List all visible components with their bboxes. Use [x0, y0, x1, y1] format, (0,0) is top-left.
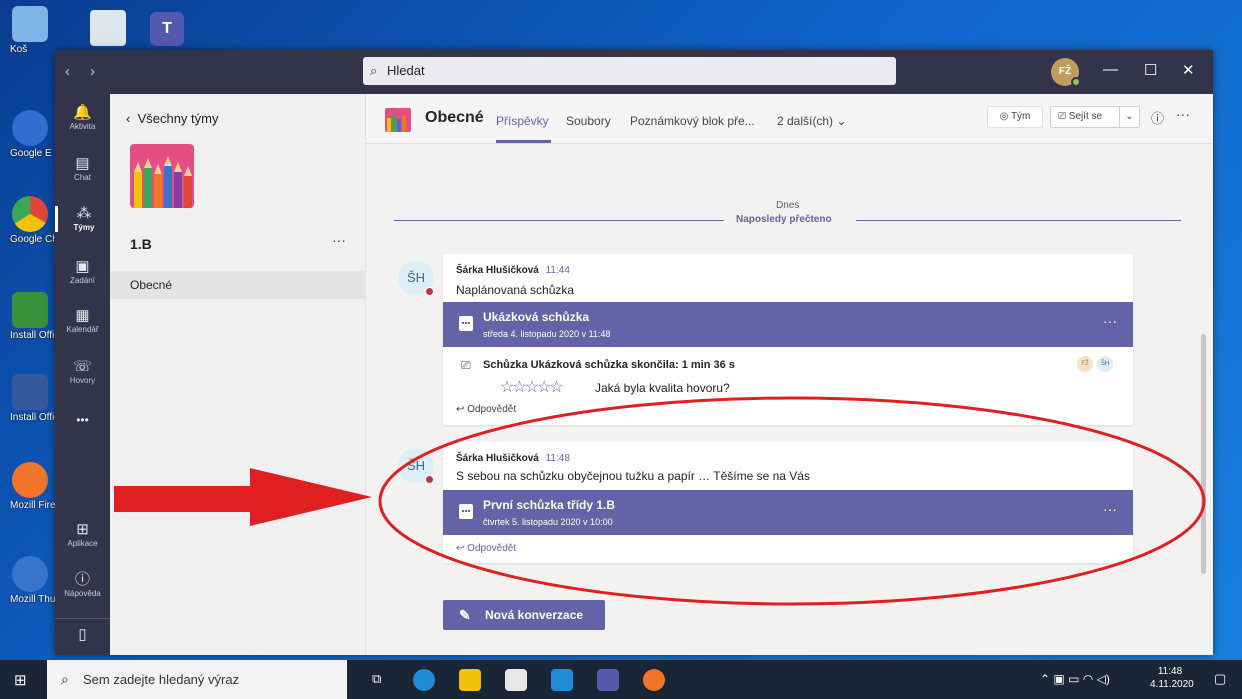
annotation-overlay [114, 396, 1206, 606]
windows-start-icon[interactable]: ⊞ [14, 671, 27, 689]
volume-icon[interactable]: ◁) [1097, 672, 1110, 686]
task-view-icon[interactable]: ⧉ [372, 671, 381, 687]
annotation-ellipse [378, 396, 1206, 606]
file-explorer-icon[interactable] [459, 669, 481, 691]
firefox-taskbar-icon[interactable] [643, 669, 665, 691]
annotation-arrow [114, 468, 372, 526]
clock-time: 11:48 [1157, 666, 1183, 677]
clock-date: 4.11.2020 [1150, 679, 1194, 690]
edge-icon[interactable] [413, 669, 435, 691]
taskbar-search-placeholder: Sem zadejte hledaný výraz [83, 672, 240, 687]
tray-app-icon[interactable]: ▣ [1053, 672, 1064, 686]
mail-icon[interactable] [551, 669, 573, 691]
search-icon: ⌕ [61, 671, 69, 687]
battery-icon[interactable]: ▭ [1068, 672, 1079, 686]
tray-chevron-up-icon[interactable]: ⌃ [1040, 672, 1050, 686]
notification-icon[interactable]: ▢ [1214, 671, 1226, 687]
windows-taskbar: ⊞ ⌕ Sem zadejte hledaný výraz ⧉ ⌃ ▣ ▭ ◠ … [0, 660, 1242, 699]
taskbar-clock[interactable]: 11:48 4.11.2020 [1150, 665, 1194, 691]
system-tray: ⌃ ▣ ▭ ◠ ◁) [1040, 672, 1110, 686]
store-icon[interactable] [505, 669, 527, 691]
wifi-icon[interactable]: ◠ [1083, 672, 1093, 686]
taskbar-search-input[interactable]: ⌕ Sem zadejte hledaný výraz [47, 660, 347, 699]
teams-taskbar-icon[interactable] [597, 669, 619, 691]
